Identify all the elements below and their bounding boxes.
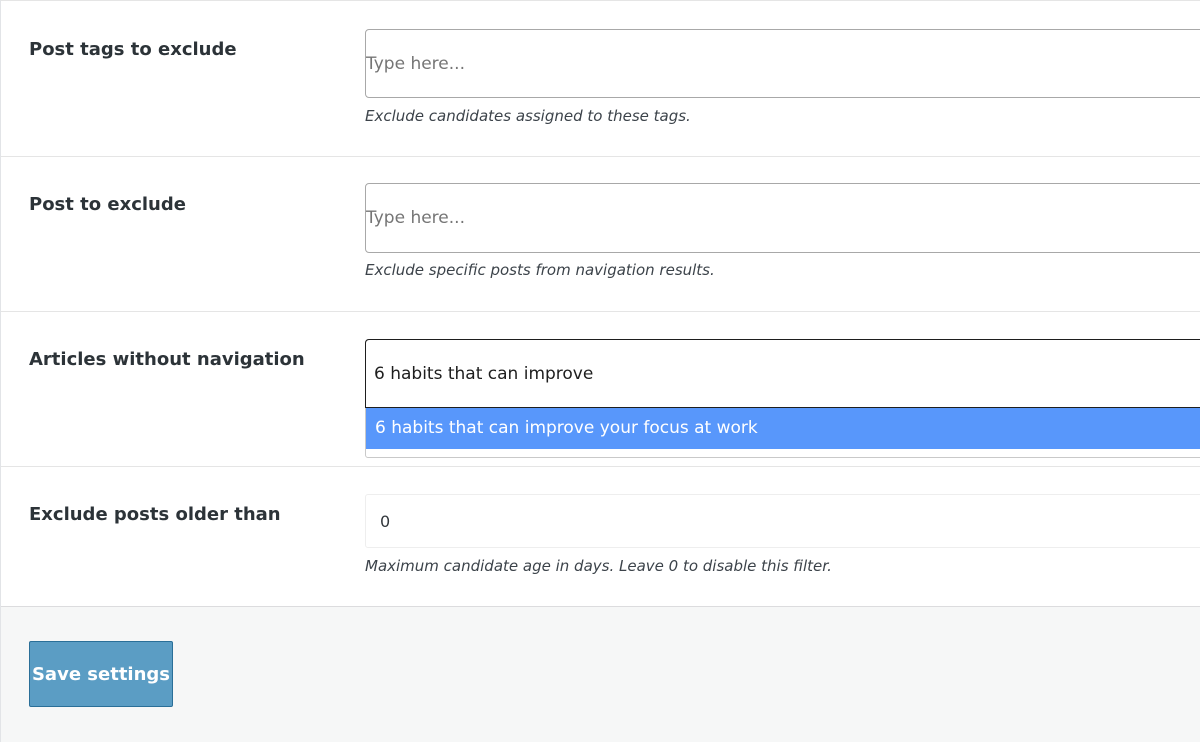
articles-autocomplete: 6 habits that can improve your focus at … <box>365 339 1200 458</box>
post-exclude-description: Exclude specific posts from navigation r… <box>365 261 715 279</box>
post-tags-input[interactable] <box>365 29 1200 98</box>
save-settings-button[interactable]: Save settings <box>29 641 173 707</box>
articles-no-nav-label: Articles without navigation <box>29 349 305 370</box>
post-tags-description: Exclude candidates assigned to these tag… <box>365 107 691 125</box>
settings-footer: Save settings <box>1 606 1200 742</box>
older-than-description: Maximum candidate age in days. Leave 0 t… <box>365 557 832 575</box>
post-exclude-label: Post to exclude <box>29 194 186 215</box>
post-exclude-row: Post to exclude Exclude specific posts f… <box>1 157 1200 312</box>
post-tags-row: Post tags to exclude Exclude candidates … <box>1 0 1200 157</box>
post-exclude-input[interactable] <box>365 183 1200 253</box>
older-than-input[interactable] <box>365 494 1200 548</box>
autocomplete-suggestion[interactable]: 6 habits that can improve your focus at … <box>366 408 1200 449</box>
settings-panel: Post tags to exclude Exclude candidates … <box>0 0 1200 742</box>
older-than-label: Exclude posts older than <box>29 504 281 525</box>
articles-search-input[interactable] <box>365 339 1200 408</box>
post-tags-label: Post tags to exclude <box>29 39 237 60</box>
